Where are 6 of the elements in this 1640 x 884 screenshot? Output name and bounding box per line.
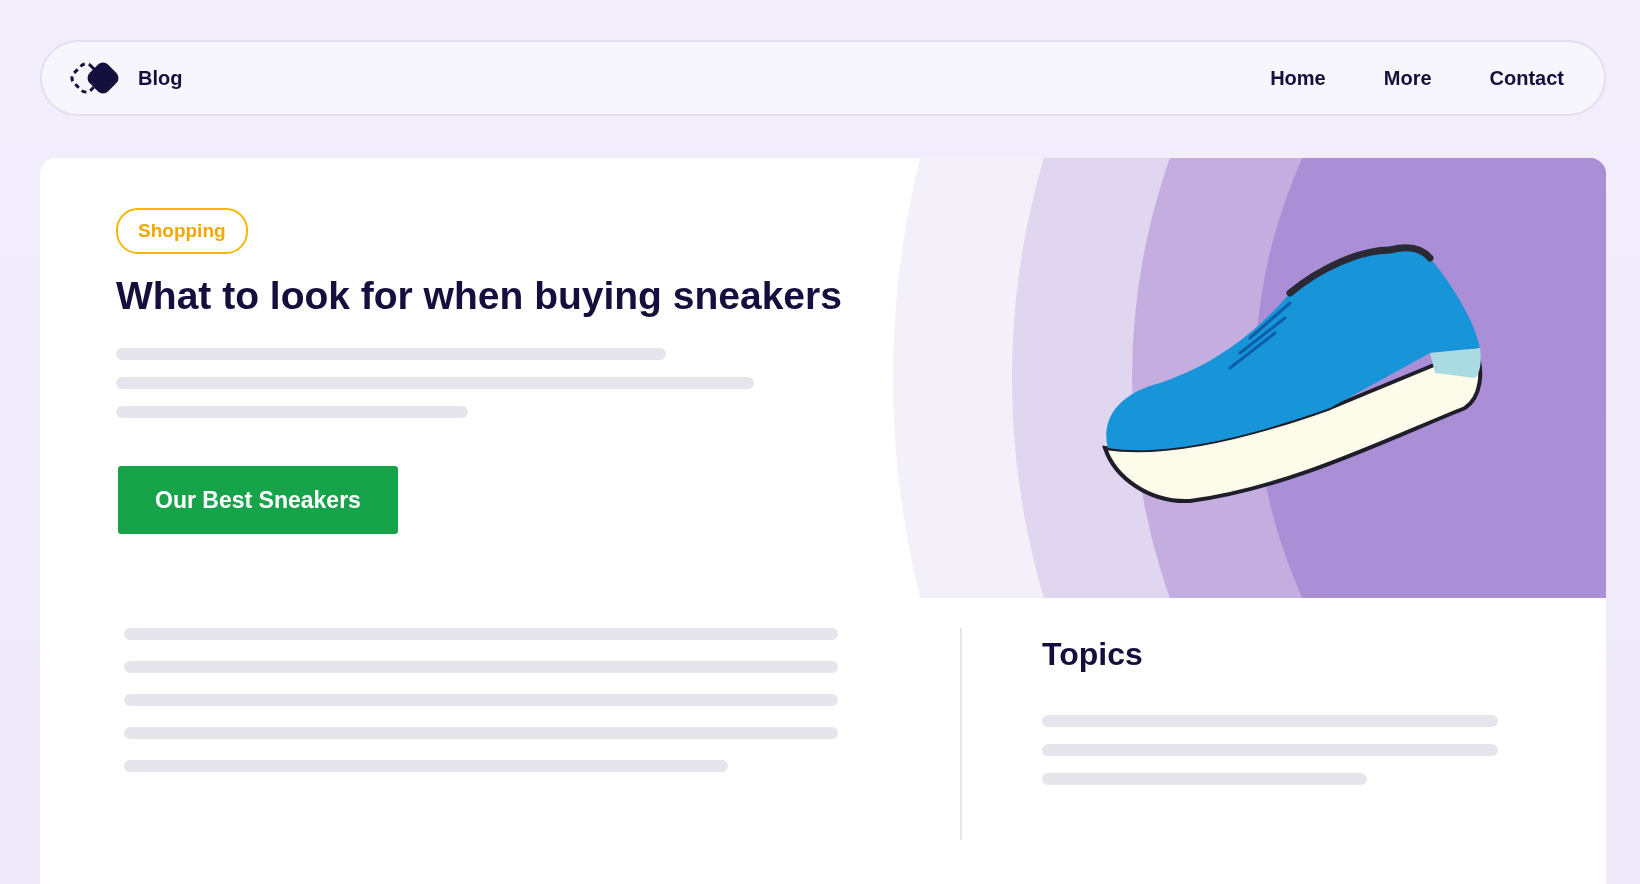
article-headline: What to look for when buying sneakers [116, 274, 842, 318]
nav-link[interactable]: Contact [1489, 66, 1564, 90]
sidebar-heading: Topics [1042, 636, 1144, 673]
nav-link[interactable]: Home [1270, 66, 1326, 90]
nav-link[interactable]: More [1383, 66, 1432, 90]
brand-name[interactable]: Blog [138, 66, 183, 90]
